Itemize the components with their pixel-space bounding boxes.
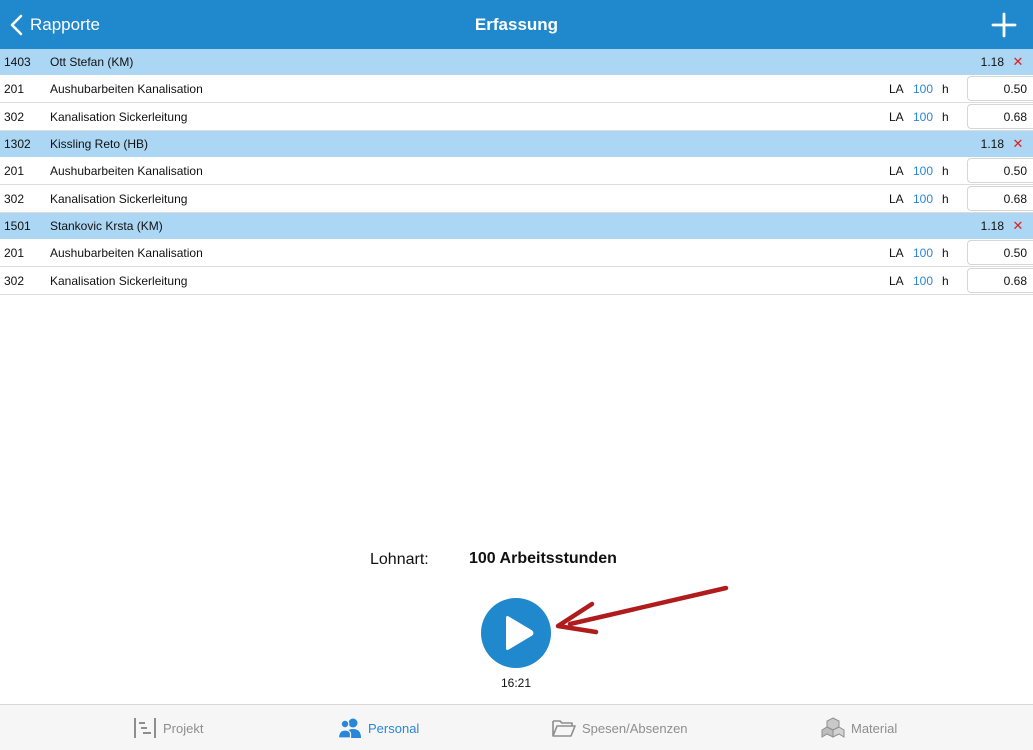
employee-total-hours: 1.18: [980, 55, 1004, 69]
timer-display: 16:21: [500, 676, 532, 690]
tab-spesen-absenzen[interactable]: Spesen/Absenzen: [552, 705, 688, 750]
project-icon: [134, 718, 156, 738]
delete-icon[interactable]: ✕: [1012, 137, 1024, 151]
hours-input[interactable]: [967, 186, 1033, 211]
work-item-name: Aushubarbeiten Kanalisation: [50, 81, 203, 96]
work-item-row: 302 Kanalisation Sickerleitung LA 100 h: [0, 267, 1033, 295]
hours-input[interactable]: [967, 104, 1033, 129]
work-item-row: 201 Aushubarbeiten Kanalisation LA 100 h: [0, 75, 1033, 103]
work-item-name: Aushubarbeiten Kanalisation: [50, 245, 203, 260]
hours-input[interactable]: [967, 76, 1033, 101]
people-icon: [338, 718, 361, 739]
employee-name: Kissling Reto (HB): [50, 137, 149, 151]
tab-personal-label: Personal: [368, 720, 420, 736]
play-icon: [506, 616, 534, 650]
work-item-name: Kanalisation Sickerleitung: [50, 191, 188, 206]
page-title: Erfassung: [474, 15, 559, 34]
navigation-bar: Rapporte Erfassung: [0, 0, 1033, 49]
add-icon[interactable]: [991, 12, 1017, 38]
lohnart-link[interactable]: 100: [913, 82, 933, 96]
back-button-label: Rapporte: [30, 14, 100, 34]
work-item-row: 201 Aushubarbeiten Kanalisation LA 100 h: [0, 157, 1033, 185]
hours-input[interactable]: [967, 158, 1033, 183]
tab-material-label: Material: [851, 720, 898, 736]
lohnart-value[interactable]: 100 Arbeitsstunden: [469, 550, 617, 568]
employee-row[interactable]: 1302 Kissling Reto (HB) 1.18 ✕: [0, 131, 1033, 157]
work-item-row: 201 Aushubarbeiten Kanalisation LA 100 h: [0, 239, 1033, 267]
employee-row[interactable]: 1403 Ott Stefan (KM) 1.18 ✕: [0, 49, 1033, 75]
tab-personal[interactable]: Personal: [338, 705, 419, 750]
la-label: LA: [889, 245, 904, 260]
material-icon: [821, 717, 845, 738]
lohnart-link[interactable]: 100: [913, 246, 933, 260]
lohnart-link[interactable]: 100: [913, 164, 933, 178]
annotation-arrow-icon: [555, 585, 729, 635]
work-item-code: 302: [4, 109, 25, 124]
personnel-list: 1403 Ott Stefan (KM) 1.18 ✕ 201 Aushubar…: [0, 49, 1033, 295]
unit-label: h: [942, 163, 949, 178]
tab-projekt-label: Projekt: [163, 720, 204, 736]
employee-code: 1302: [4, 137, 31, 151]
unit-label: h: [942, 191, 949, 206]
employee-code: 1403: [4, 55, 31, 69]
work-item-row: 302 Kanalisation Sickerleitung LA 100 h: [0, 103, 1033, 131]
delete-icon[interactable]: ✕: [1012, 55, 1024, 69]
work-item-code: 201: [4, 81, 25, 96]
back-button[interactable]: Rapporte: [8, 0, 100, 49]
work-item-name: Kanalisation Sickerleitung: [50, 109, 188, 124]
lohnart-link[interactable]: 100: [913, 192, 933, 206]
employee-total-hours: 1.18: [980, 137, 1004, 151]
la-label: LA: [889, 163, 904, 178]
la-label: LA: [889, 273, 904, 288]
la-label: LA: [889, 191, 904, 206]
unit-label: h: [942, 245, 949, 260]
employee-name: Ott Stefan (KM): [50, 55, 134, 69]
tab-projekt[interactable]: Projekt: [133, 705, 203, 750]
employee-row[interactable]: 1501 Stankovic Krsta (KM) 1.18 ✕: [0, 213, 1033, 239]
work-item-name: Kanalisation Sickerleitung: [50, 273, 188, 288]
tab-bar: Projekt Personal Spesen/Absenzen Materia…: [0, 704, 1033, 750]
delete-icon[interactable]: ✕: [1012, 219, 1024, 233]
hours-input[interactable]: [967, 268, 1033, 293]
la-label: LA: [889, 81, 904, 96]
folder-icon: [552, 720, 576, 737]
work-item-row: 302 Kanalisation Sickerleitung LA 100 h: [0, 185, 1033, 213]
work-item-code: 302: [4, 273, 25, 288]
tab-spesen-absenzen-label: Spesen/Absenzen: [582, 720, 688, 736]
work-item-code: 302: [4, 191, 25, 206]
employee-code: 1501: [4, 219, 31, 233]
la-label: LA: [889, 109, 904, 124]
lohnart-link[interactable]: 100: [913, 110, 933, 124]
employee-name: Stankovic Krsta (KM): [50, 219, 163, 233]
unit-label: h: [942, 81, 949, 96]
unit-label: h: [942, 273, 949, 288]
unit-label: h: [942, 109, 949, 124]
lohnart-display: Lohnart: 100 Arbeitsstunden: [0, 549, 1033, 571]
lohnart-label: Lohnart:: [370, 551, 429, 568]
lohnart-link[interactable]: 100: [913, 274, 933, 288]
work-item-code: 201: [4, 245, 25, 260]
chevron-left-icon: [10, 14, 23, 35]
tab-material[interactable]: Material: [821, 705, 897, 750]
hours-input[interactable]: [967, 240, 1033, 265]
employee-total-hours: 1.18: [980, 219, 1004, 233]
work-item-code: 201: [4, 163, 25, 178]
start-timer-button[interactable]: [481, 598, 551, 668]
work-item-name: Aushubarbeiten Kanalisation: [50, 163, 203, 178]
